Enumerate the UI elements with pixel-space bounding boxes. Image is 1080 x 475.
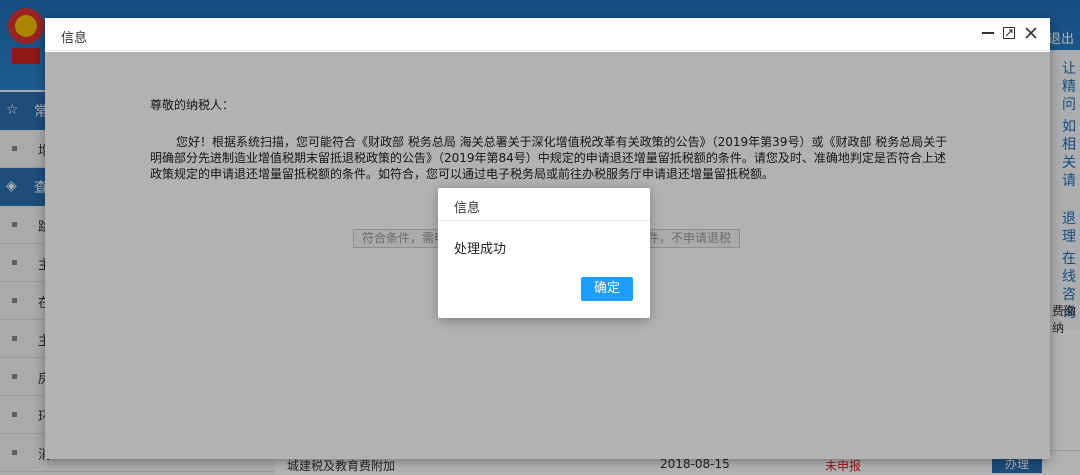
window-titlebar[interactable]: 信息 <box>45 18 1050 51</box>
minimize-icon[interactable] <box>978 24 998 44</box>
confirm-button[interactable]: 确定 <box>581 277 633 301</box>
maximize-icon[interactable] <box>999 24 1019 44</box>
success-message: 处理成功 <box>454 242 507 257</box>
success-dialog-titlebar: 信息 <box>438 188 650 221</box>
success-dialog: 信息 处理成功 确定 <box>438 188 650 318</box>
success-dialog-title: 信息 <box>454 201 481 216</box>
window-title: 信息 <box>61 31 88 46</box>
close-icon[interactable] <box>1021 24 1041 44</box>
